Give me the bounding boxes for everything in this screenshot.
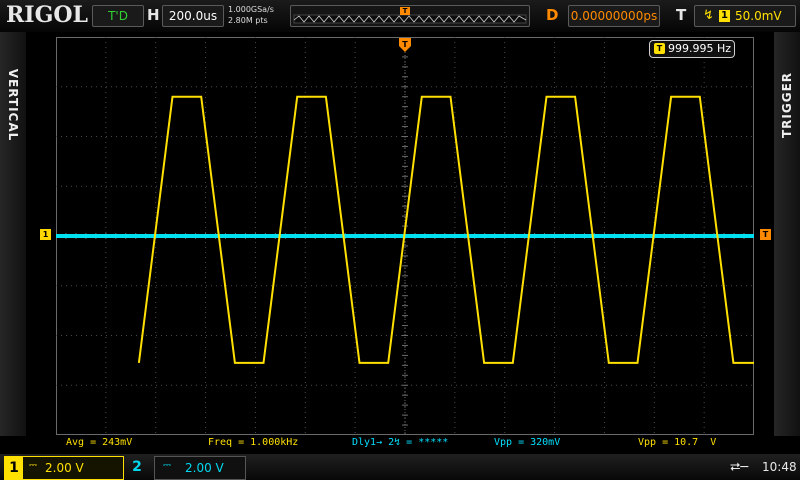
- trigger-tab-label: TRIGGER: [780, 71, 794, 139]
- sample-rate-info: 1.000GSa/s 2.80M pts: [228, 4, 274, 26]
- trigger-level-marker[interactable]: T: [760, 229, 771, 240]
- measurement-delay[interactable]: Dly1→ 2↯ = *****: [352, 436, 448, 450]
- measurement-vpp-ch2[interactable]: Vpp = 320mV: [494, 436, 560, 450]
- clock: 10:48: [762, 460, 797, 474]
- trigger-delay-value[interactable]: 0.00000000ps: [568, 5, 660, 27]
- svg-text:T: T: [402, 40, 408, 49]
- dc-coupling-icon: ⎓: [163, 460, 171, 471]
- ch1-settings[interactable]: 1 ⎓ 2.00 V: [4, 456, 124, 480]
- channel-bar: 1 ⎓ 2.00 V 2 ⎓ 2.00 V ⮂─ 10:48: [0, 454, 800, 480]
- waveform-display[interactable]: [56, 37, 754, 435]
- rigol-logo: RIGOL: [6, 2, 88, 28]
- status-bar: RIGOL T'D H 200.0us 1.000GSa/s 2.80M pts…: [0, 0, 800, 32]
- ch1-scale: 2.00 V: [45, 461, 84, 475]
- trigger-source-badge: 1: [719, 10, 730, 22]
- memory-depth: 2.80M pts: [228, 16, 268, 25]
- trigger-level-value: 50.0mV: [735, 9, 782, 23]
- trigger-tab[interactable]: TRIGGER: [774, 32, 800, 436]
- trigger-position-marker[interactable]: T: [399, 38, 411, 52]
- ch2-label[interactable]: 2: [126, 456, 148, 478]
- frequency-counter: T 999.995 Hz: [649, 40, 735, 58]
- rising-edge-icon: ↯: [703, 8, 714, 23]
- memory-waveform-preview: [293, 14, 527, 24]
- measurement-vpp-ch1[interactable]: Vpp = 10.7 V: [638, 436, 716, 450]
- usb-icon: ⮂─: [730, 460, 749, 475]
- timebase-value[interactable]: 200.0us: [162, 5, 224, 27]
- trigger-label: T: [676, 6, 687, 24]
- trigger-counter-icon: T: [654, 43, 665, 54]
- delay-label: D: [546, 6, 559, 24]
- ch1-offset-marker[interactable]: 1: [40, 229, 51, 240]
- measurement-avg[interactable]: Avg = 243mV: [66, 436, 132, 450]
- memory-trigger-marker: T: [400, 7, 410, 15]
- ch1-label: 1: [5, 457, 23, 479]
- sample-rate: 1.000GSa/s: [228, 5, 274, 14]
- ch2-settings[interactable]: ⎓ 2.00 V: [154, 456, 246, 480]
- measurement-bar: Avg = 243mV Freq = 1.000kHz Dly1→ 2↯ = *…: [56, 436, 754, 450]
- trigger-settings[interactable]: ↯ 1 50.0mV: [694, 5, 796, 27]
- memory-overview-bar[interactable]: T: [290, 5, 530, 27]
- frequency-counter-value: 999.995 Hz: [668, 42, 732, 55]
- run-state-indicator[interactable]: T'D: [92, 5, 144, 27]
- ch2-scale: 2.00 V: [185, 461, 224, 475]
- vertical-tab[interactable]: VERTICAL: [0, 32, 26, 436]
- dc-coupling-icon: ⎓: [29, 460, 37, 471]
- vertical-tab-label: VERTICAL: [6, 68, 20, 142]
- horizontal-label: H: [147, 6, 160, 24]
- measurement-freq[interactable]: Freq = 1.000kHz: [208, 436, 298, 450]
